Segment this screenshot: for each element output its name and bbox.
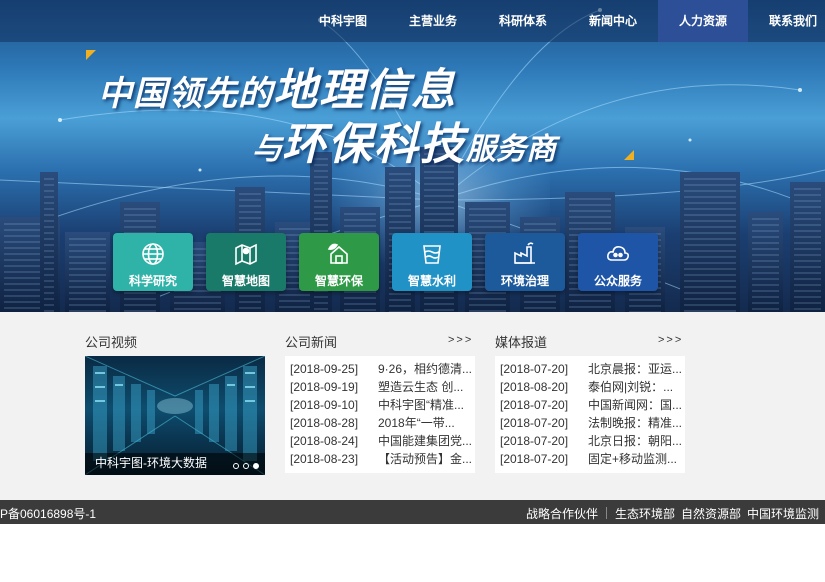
tile-smart-eco[interactable]: 智慧环保 xyxy=(299,233,379,291)
news-title: 【活动预告】金... xyxy=(378,452,473,466)
media-item[interactable]: [2018-07-20] 中国新闻网：国... xyxy=(495,396,685,414)
tile-label: 智慧水利 xyxy=(407,274,456,288)
carousel-dots xyxy=(233,463,259,469)
news-item[interactable]: [2018-09-19] 塑造云生态 创... xyxy=(285,378,475,396)
carousel-dot[interactable] xyxy=(233,463,239,469)
media-title: 北京晨报：亚运... xyxy=(588,362,683,376)
tile-smart-map[interactable]: 智慧地图 xyxy=(206,233,286,291)
media-date: [2018-07-20] xyxy=(500,452,569,466)
partner-link[interactable]: 自然资源部 xyxy=(681,505,741,522)
tile-label: 公众服务 xyxy=(593,274,642,288)
news-date: [2018-08-23] xyxy=(290,452,359,466)
carousel-dot-active[interactable] xyxy=(253,463,259,469)
news-date: [2018-09-10] xyxy=(290,398,359,412)
nav-item-research[interactable]: 科研体系 xyxy=(478,0,568,42)
media-section-title: 媒体报道 xyxy=(495,335,548,350)
partner-link[interactable]: 中国环境监测 xyxy=(747,505,819,522)
tile-label: 智慧环保 xyxy=(314,274,363,288)
media-item[interactable]: [2018-07-20] 法制晚报：精准... xyxy=(495,414,685,432)
tile-science-research[interactable]: 科学研究 xyxy=(113,233,193,291)
news-date: [2018-08-28] xyxy=(290,416,359,430)
news-item[interactable]: [2018-08-23] 【活动预告】金... xyxy=(285,450,475,468)
tile-environment-governance[interactable]: 环境治理 xyxy=(485,233,565,291)
headline-part: 中国领先的 xyxy=(98,74,273,114)
media-title: 固定+移动监测... xyxy=(588,452,678,466)
nav-menu: 中科宇图 主营业务 科研体系 新闻中心 人力资源 联系我们 xyxy=(298,0,825,42)
news-date: [2018-08-24] xyxy=(290,434,359,448)
media-item[interactable]: [2018-08-20] 泰伯网|刘锐：... xyxy=(495,378,685,396)
cloud-people-icon xyxy=(607,246,629,261)
media-item[interactable]: [2018-07-20] 北京日报：朝阳... xyxy=(495,432,685,450)
media-title: 法制晚报：精准... xyxy=(588,416,683,430)
news-title: 2018年“一带... xyxy=(378,416,455,430)
banner-headline: 中国领先的地理信息 与环保科技服务商 xyxy=(92,50,652,170)
headline-part: 与 xyxy=(252,132,282,167)
tile-public-service[interactable]: 公众服务 xyxy=(578,233,658,291)
media-date: [2018-07-20] xyxy=(500,398,569,412)
icp-license: P备06016898号-1 xyxy=(0,507,97,521)
news-item[interactable]: [2018-08-28] 2018年“一带... xyxy=(285,414,475,432)
partner-label: 战略合作伙伴 xyxy=(525,507,598,521)
tile-label: 智慧地图 xyxy=(221,274,270,288)
news-title: 塑造云生态 创... xyxy=(378,380,464,394)
news-more-link[interactable]: >>> xyxy=(448,334,473,346)
nav-item-home[interactable]: 中科宇图 xyxy=(298,0,388,42)
nav-item-hr[interactable]: 人力资源 xyxy=(658,0,748,42)
news-date: [2018-09-25] xyxy=(290,362,359,376)
news-item[interactable]: [2018-09-10] 中科宇图“精准... xyxy=(285,396,475,414)
media-date: [2018-07-20] xyxy=(500,416,569,430)
headline-part: 服务商 xyxy=(466,132,556,167)
media-date: [2018-07-20] xyxy=(500,362,569,376)
factory-icon xyxy=(514,242,535,264)
map-pin-icon xyxy=(235,243,257,266)
media-more-link[interactable]: >>> xyxy=(658,334,683,346)
media-date: [2018-07-20] xyxy=(500,434,569,448)
media-item[interactable]: [2018-07-20] 固定+移动监测... xyxy=(495,450,685,468)
eco-house-icon xyxy=(327,243,348,264)
news-item[interactable]: [2018-09-25] 9·26，相约德清... xyxy=(285,360,475,378)
news-title: 9·26，相约德清... xyxy=(378,362,473,376)
video-player[interactable]: 中科宇图-环境大数据 xyxy=(85,356,265,475)
news-date: [2018-09-19] xyxy=(290,380,359,394)
carousel-dot[interactable] xyxy=(243,463,249,469)
media-title: 中国新闻网：国... xyxy=(588,398,683,412)
video-section-title: 公司视频 xyxy=(85,335,138,350)
partner-links: 战略合作伙伴 生态环境部 自然资源部 中国环境监测 xyxy=(526,505,825,522)
footer-bar: P备06016898号-1 战略合作伙伴 生态环境部 自然资源部 中国环境监测 xyxy=(0,500,825,524)
tile-smart-water[interactable]: 智慧水利 xyxy=(392,233,472,291)
media-list: [2018-07-20] 北京晨报：亚运... [2018-08-20] 泰伯网|刘… xyxy=(495,356,685,473)
tile-label: 环境治理 xyxy=(500,274,549,288)
media-item[interactable]: [2018-07-20] 北京晨报：亚运... xyxy=(495,360,685,378)
nav-item-business[interactable]: 主营业务 xyxy=(388,0,478,42)
water-tank-icon xyxy=(423,245,441,264)
nav-item-news[interactable]: 新闻中心 xyxy=(568,0,658,42)
globe-icon xyxy=(142,243,164,265)
top-nav: 中科宇图 主营业务 科研体系 新闻中心 人力资源 联系我们 xyxy=(0,0,825,42)
news-title: 中科宇图“精准... xyxy=(378,398,464,412)
media-title: 北京日报：朝阳... xyxy=(588,434,683,448)
partner-link[interactable]: 生态环境部 xyxy=(615,505,675,522)
media-title: 泰伯网|刘锐：... xyxy=(588,380,674,394)
nav-item-contact[interactable]: 联系我们 xyxy=(748,0,825,42)
video-caption: 中科宇图-环境大数据 xyxy=(95,456,207,470)
news-item[interactable]: [2018-08-24] 中国能建集团党... xyxy=(285,432,475,450)
divider xyxy=(605,507,607,519)
headline-emphasis: 环保科技 xyxy=(282,119,466,170)
news-title: 中国能建集团党... xyxy=(378,434,473,448)
news-list: [2018-09-25] 9·26，相约德清... [2018-09-19] 塑造云… xyxy=(285,356,475,473)
tile-label: 科学研究 xyxy=(128,274,177,288)
media-date: [2018-08-20] xyxy=(500,380,569,394)
news-section-title: 公司新闻 xyxy=(285,335,338,350)
